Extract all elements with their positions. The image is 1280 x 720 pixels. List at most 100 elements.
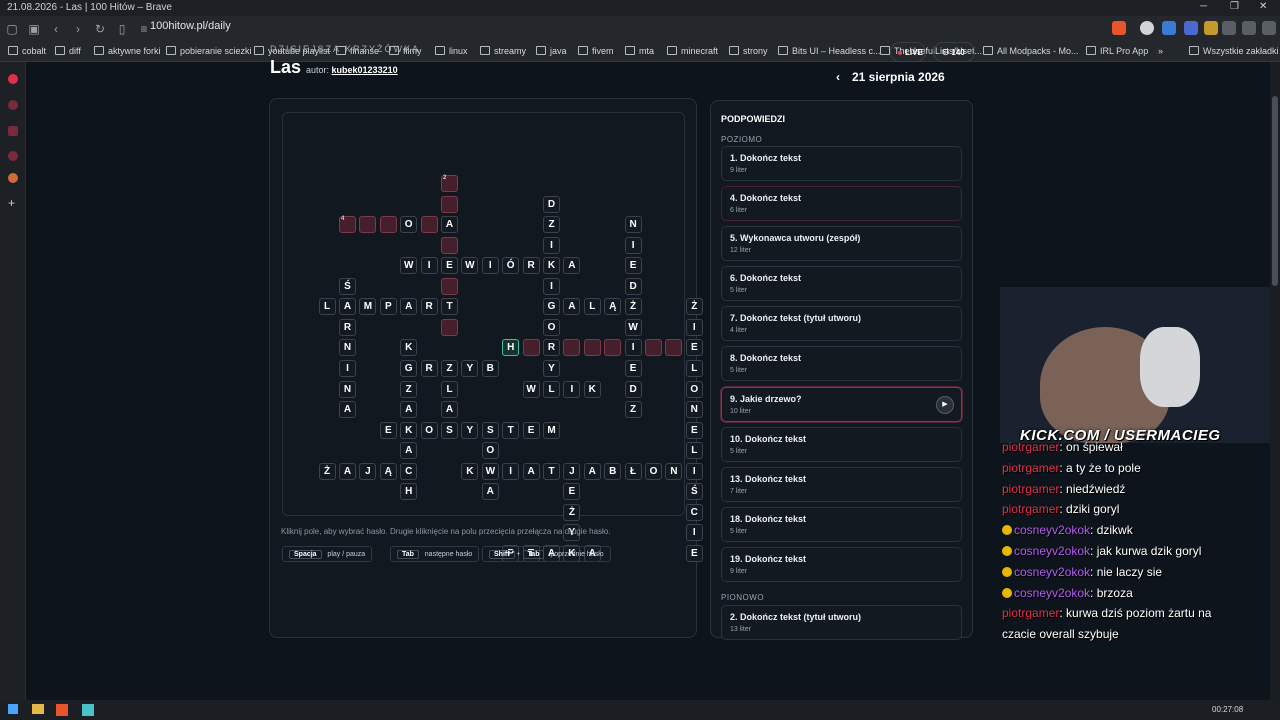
crossword-cell[interactable]: C — [685, 503, 703, 521]
crossword-cell[interactable]: A — [583, 462, 601, 480]
bookmark-folder[interactable]: strony — [729, 46, 768, 56]
scrollbar-thumb[interactable] — [1272, 96, 1278, 286]
crossword-cell[interactable] — [420, 216, 438, 234]
crossword-cell[interactable]: H — [400, 483, 418, 501]
crossword-cell[interactable]: K — [400, 339, 418, 357]
author-link[interactable]: kubek01233210 — [332, 65, 398, 75]
chat-username[interactable]: cosneyv2okok — [1014, 544, 1090, 558]
crossword-cell[interactable]: K — [461, 462, 479, 480]
crossword-cell[interactable] — [359, 216, 377, 234]
crossword-cell[interactable]: Ą — [379, 462, 397, 480]
crossword-cell[interactable]: Ż — [318, 462, 336, 480]
crossword-cell[interactable]: Y — [543, 359, 560, 377]
crossword-cell[interactable]: T — [441, 298, 458, 316]
crossword-cell[interactable]: Ś — [685, 483, 703, 501]
crossword-cell[interactable]: E — [522, 421, 540, 439]
crossword-cell[interactable]: I — [543, 236, 560, 254]
crossword-cell[interactable]: E — [563, 483, 581, 501]
crossword-cell[interactable]: A — [481, 483, 499, 501]
crossword-cell[interactable]: I — [563, 380, 581, 398]
crossword-cell[interactable]: I — [624, 339, 642, 357]
crossword-cell[interactable] — [645, 339, 662, 357]
crossword-cell[interactable]: O — [420, 421, 438, 439]
clue-item[interactable]: 1. Dokończ tekst 9 liter — [721, 146, 962, 181]
sidebar-toggle-icon[interactable]: ▢ — [2, 19, 22, 39]
chat-username[interactable]: piotrgamer — [1002, 502, 1059, 516]
crossword-cell[interactable]: A — [441, 401, 458, 419]
crossword-cell[interactable]: A — [400, 298, 418, 316]
crossword-cell[interactable]: I — [481, 257, 499, 275]
crossword-cell[interactable]: O — [400, 216, 418, 234]
crossword-cell[interactable]: A — [563, 257, 581, 275]
bookmark-icon[interactable]: ▯ — [112, 19, 132, 39]
crossword-cell[interactable]: E — [685, 421, 703, 439]
chat-username[interactable]: piotrgamer — [1002, 482, 1059, 496]
chat-username[interactable]: piotrgamer — [1002, 461, 1059, 475]
brave-shields-icon[interactable] — [1112, 21, 1126, 35]
crossword-cell[interactable]: K — [543, 257, 560, 275]
bookmark-item[interactable]: cobalt — [8, 46, 46, 56]
tabs-icon[interactable]: ▣ — [24, 19, 44, 39]
clue-item[interactable]: 5. Wykonawca utworu (zespół) 12 liter — [721, 226, 962, 261]
crossword-cell[interactable]: R — [522, 257, 540, 275]
crossword-cell[interactable]: N — [624, 216, 642, 234]
chat-username[interactable]: cosneyv2okok — [1014, 586, 1090, 600]
crossword-cell[interactable]: E — [685, 339, 703, 357]
crossword-cell[interactable]: Z — [441, 359, 458, 377]
crossword-cell[interactable]: L — [685, 359, 703, 377]
crossword-cell[interactable]: L — [543, 380, 560, 398]
crossword-cell[interactable]: R — [420, 298, 438, 316]
crossword-cell[interactable]: I — [339, 359, 356, 377]
extension-icon[interactable] — [1162, 21, 1176, 35]
bookmarks-overflow-button[interactable]: » — [1158, 46, 1163, 56]
clue-item[interactable]: 13. Dokończ tekst 7 liter — [721, 467, 962, 502]
clue-item[interactable]: 7. Dokończ tekst (tytuł utworu) 4 liter — [721, 306, 962, 341]
crossword-cell[interactable] — [441, 195, 458, 213]
bookmark-item[interactable]: IRL Pro App — [1086, 46, 1148, 56]
crossword-cell[interactable]: T — [543, 462, 560, 480]
clue-item[interactable]: 18. Dokończ tekst 5 liter — [721, 507, 962, 542]
extension-icon[interactable] — [1184, 21, 1198, 35]
crossword-cell[interactable]: A — [339, 462, 356, 480]
crossword-cell[interactable]: J — [563, 462, 581, 480]
crossword-cell[interactable]: A — [563, 298, 581, 316]
crossword-cell[interactable]: T — [502, 421, 520, 439]
crossword-cell[interactable]: J — [359, 462, 377, 480]
sidebar-app-icon[interactable] — [8, 100, 18, 110]
sidebar-app-icon[interactable] — [8, 151, 18, 161]
crossword-cell[interactable]: I — [502, 462, 520, 480]
crossword-cell[interactable]: Z — [624, 401, 642, 419]
clue-item[interactable]: 10. Dokończ tekst 5 liter — [721, 427, 962, 462]
bookmark-item[interactable]: diff — [55, 46, 81, 56]
crossword-cell[interactable]: E — [685, 544, 703, 562]
crossword-cell[interactable]: M — [543, 421, 560, 439]
crossword-cell[interactable]: I — [685, 318, 703, 336]
prev-day-icon[interactable]: ‹ — [836, 70, 840, 84]
crossword-cell[interactable]: R — [339, 318, 356, 336]
clue-item[interactable]: 9. Jakie drzewo? 10 liter ▶ — [721, 387, 962, 422]
crossword-cell[interactable]: L — [583, 298, 601, 316]
crossword-cell[interactable]: R — [420, 359, 438, 377]
crossword-cell[interactable]: 2 — [441, 175, 458, 192]
crossword-cell[interactable]: N — [665, 462, 683, 480]
chat-username[interactable]: cosneyv2okok — [1014, 523, 1090, 537]
crossword-cell[interactable]: G — [543, 298, 560, 316]
reload-icon[interactable]: ↻ — [90, 19, 110, 39]
crossword-cell[interactable]: N — [339, 339, 356, 357]
crossword-cell[interactable]: D — [624, 277, 642, 295]
chat-username[interactable]: piotrgamer — [1002, 606, 1059, 620]
forward-icon[interactable]: › — [68, 19, 88, 39]
chat-username[interactable]: piotrgamer — [1002, 440, 1059, 454]
crossword-cell[interactable]: O — [543, 318, 560, 336]
crossword-cell[interactable]: M — [359, 298, 377, 316]
clue-item[interactable]: 2. Dokończ tekst (tytuł utworu) 13 liter — [721, 605, 962, 640]
crossword-cell[interactable] — [441, 318, 458, 336]
crossword-cell[interactable]: Z — [543, 216, 560, 234]
explorer-icon[interactable] — [32, 704, 44, 714]
crossword-cell[interactable]: B — [481, 359, 499, 377]
crossword-cell[interactable]: O — [645, 462, 662, 480]
crossword-cell[interactable]: Y — [461, 359, 479, 377]
crossword-cell[interactable]: A — [400, 401, 418, 419]
crossword-cell[interactable]: B — [604, 462, 622, 480]
bookmark-item[interactable]: All Modpacks - Mo... — [983, 46, 1079, 56]
